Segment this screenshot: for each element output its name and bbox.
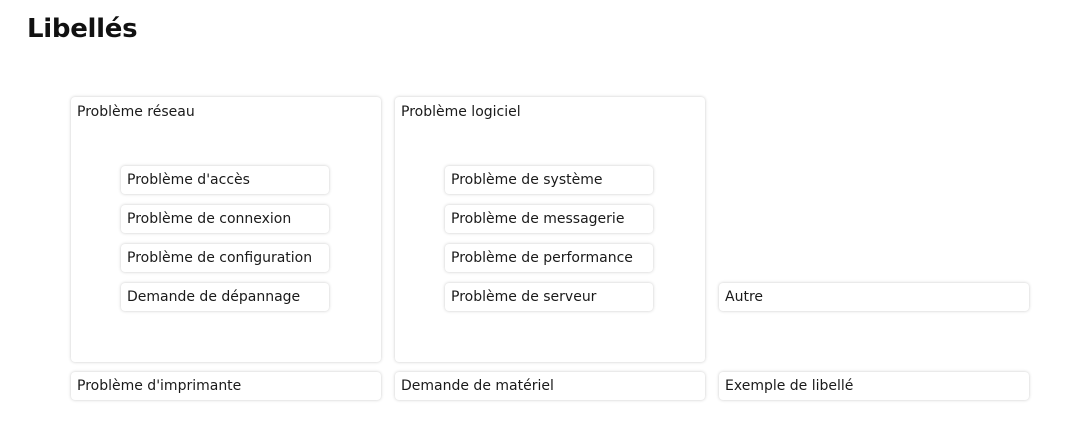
label-probleme-performance[interactable]: Problème de performance <box>445 244 653 272</box>
label-probleme-acces[interactable]: Problème d'accès <box>121 166 329 194</box>
label-probleme-imprimante[interactable]: Problème d'imprimante <box>71 372 381 400</box>
label-demande-depannage[interactable]: Demande de dépannage <box>121 283 329 311</box>
label-probleme-connexion[interactable]: Problème de connexion <box>121 205 329 233</box>
label-group-title: Problème réseau <box>77 104 195 120</box>
label-text: Problème d'imprimante <box>77 378 242 394</box>
label-demande-materiel[interactable]: Demande de matériel <box>395 372 705 400</box>
label-probleme-serveur[interactable]: Problème de serveur <box>445 283 653 311</box>
label-text: Problème d'accès <box>127 172 250 188</box>
label-text: Autre <box>725 289 764 305</box>
label-text: Problème de serveur <box>451 289 597 305</box>
label-group-title: Problème logiciel <box>401 104 521 120</box>
label-text: Problème de système <box>451 172 603 188</box>
page-title: Libellés <box>27 14 138 44</box>
label-probleme-messagerie[interactable]: Problème de messagerie <box>445 205 653 233</box>
label-probleme-configuration[interactable]: Problème de configuration <box>121 244 329 272</box>
label-text: Demande de matériel <box>401 378 554 394</box>
label-autre[interactable]: Autre <box>719 283 1029 311</box>
label-text: Exemple de libellé <box>725 378 854 394</box>
label-text: Problème de performance <box>451 250 633 266</box>
label-text: Problème de connexion <box>127 211 292 227</box>
label-text: Problème de configuration <box>127 250 313 266</box>
label-probleme-systeme[interactable]: Problème de système <box>445 166 653 194</box>
label-text: Problème de messagerie <box>451 211 625 227</box>
label-text: Demande de dépannage <box>127 289 301 305</box>
label-exemple-libelle[interactable]: Exemple de libellé <box>719 372 1029 400</box>
